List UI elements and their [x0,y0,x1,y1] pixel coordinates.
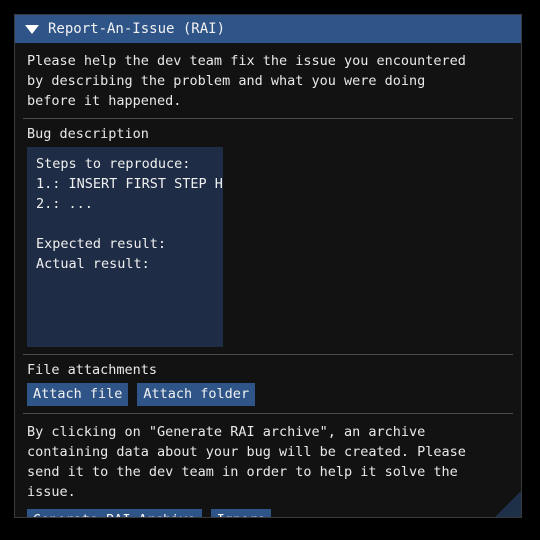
bug-description-label: Bug description [27,126,149,142]
attach-file-button[interactable]: Attach file [27,383,129,406]
generate-rai-archive-button[interactable]: Generate RAI Archive [27,509,202,517]
resize-grip-icon[interactable] [495,491,521,517]
ignore-button[interactable]: Ignore [210,509,272,517]
spacer-after-attachments [15,406,521,413]
archive-paragraph: By clicking on "Generate RAI archive", a… [27,424,466,500]
bug-description-input[interactable] [27,147,223,347]
file-attachments-label: File attachments [27,362,158,378]
dialog-title-bar[interactable]: Report-An-Issue (RAI) [15,15,521,43]
attach-folder-button[interactable]: Attach folder [137,383,256,406]
triangle-down-icon[interactable] [25,24,39,34]
rai-dialog-window: Report-An-Issue (RAI) Please help the de… [14,14,522,518]
archive-button-row: Generate RAI Archive Ignore [15,509,521,517]
intro-paragraph: Please help the dev team fix the issue y… [27,53,466,109]
dialog-body: Please help the dev team fix the issue y… [15,43,521,517]
attachment-button-row: Attach file Attach folder [15,383,521,406]
spacer-after-textarea [15,347,521,354]
page-title: Report-An-Issue (RAI) [48,21,226,37]
